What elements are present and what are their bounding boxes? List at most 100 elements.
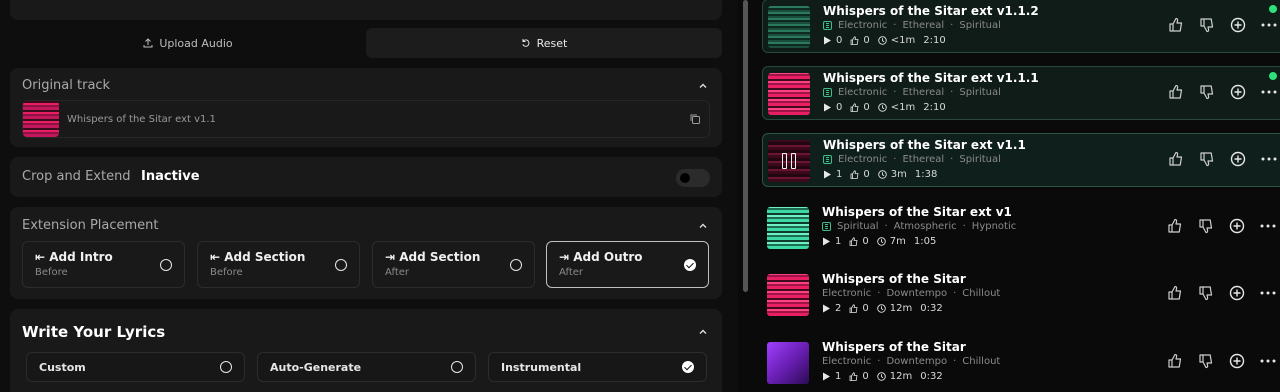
lyrics-card: Write Your Lyrics Custom Auto-Generate I… [10, 309, 722, 392]
like-icon[interactable] [1166, 352, 1184, 370]
add-icon[interactable] [1228, 284, 1246, 302]
track-row[interactable]: Whispers of the Sitar Electronic · Downtem… [762, 268, 1280, 322]
like-icon[interactable] [1166, 217, 1184, 235]
scrollbar[interactable] [743, 0, 748, 292]
chevron-up-icon[interactable] [698, 221, 708, 231]
extend-panel: Upload Audio Reset Original track Whispe… [0, 0, 738, 392]
more-icon[interactable] [1259, 217, 1277, 235]
reset-label: Reset [536, 36, 568, 50]
option-add-section-after[interactable]: ⇥ Add Section After [372, 241, 535, 288]
track-row[interactable]: Whispers of the Sitar ext v1.1.1 Electro… [762, 66, 1280, 120]
radio-button[interactable] [451, 361, 463, 373]
dislike-icon[interactable] [1197, 352, 1215, 370]
track-title[interactable]: Whispers of the Sitar ext v1.1.1 [823, 71, 1039, 85]
track-meta: 0 0 <1m 2:10 [823, 102, 946, 113]
track-title[interactable]: Whispers of the Sitar ext v1 [822, 205, 1012, 219]
track-row[interactable]: Whispers of the Sitar Electronic · Downtem… [762, 336, 1280, 390]
more-icon[interactable] [1259, 284, 1277, 302]
more-icon[interactable] [1260, 83, 1278, 101]
like-icon[interactable] [1167, 16, 1185, 34]
play-icon [824, 170, 831, 179]
track-actions [1166, 217, 1277, 235]
dislike-icon[interactable] [1198, 16, 1216, 34]
option-label: ⇤ Add Intro [35, 250, 113, 264]
track-row-active[interactable]: Whispers of the Sitar ext v1.1 Electroni… [762, 133, 1280, 187]
track-tags: Electronic · Ethereal · Spiritual [823, 20, 1001, 31]
track-actions [1167, 83, 1278, 101]
new-indicator-dot [1269, 5, 1277, 13]
track-row[interactable]: Whispers of the Sitar ext v1 Spiritual · A… [762, 201, 1280, 255]
radio-checked[interactable] [682, 361, 694, 373]
track-cover[interactable] [768, 73, 810, 115]
track-title[interactable]: Whispers of the Sitar [822, 340, 966, 354]
add-icon[interactable] [1228, 217, 1246, 235]
crop-extend-toggle[interactable] [676, 169, 710, 187]
like-icon[interactable] [1167, 150, 1185, 168]
radio-button[interactable] [220, 361, 232, 373]
lyrics-option-custom[interactable]: Custom [26, 352, 245, 382]
option-add-section-before[interactable]: ⇤ Add Section Before [197, 241, 360, 288]
track-actions [1166, 352, 1277, 370]
lyrics-option-label: Auto-Generate [270, 361, 362, 374]
radio-button[interactable] [160, 259, 172, 271]
track-cover[interactable] [767, 274, 809, 316]
thumbs-up-small-icon [849, 304, 858, 313]
pause-icon[interactable] [782, 153, 798, 169]
upload-audio-button[interactable]: Upload Audio [10, 28, 366, 58]
track-title[interactable]: Whispers of the Sitar ext v1.1.2 [823, 4, 1039, 18]
chevron-up-icon[interactable] [698, 327, 708, 337]
track-meta: 1 0 12m 0:32 [822, 371, 943, 382]
track-cover[interactable] [768, 140, 810, 182]
add-icon[interactable] [1229, 83, 1247, 101]
track-meta: 1 0 7m 1:05 [822, 236, 936, 247]
track-cover[interactable] [768, 6, 810, 48]
track-tags: Electronic · Ethereal · Spiritual [823, 87, 1001, 98]
radio-checked[interactable] [684, 259, 696, 271]
option-label: ⇥ Add Outro [559, 250, 643, 264]
reset-button[interactable]: Reset [366, 28, 722, 58]
dislike-icon[interactable] [1198, 83, 1216, 101]
track-cover[interactable] [767, 342, 809, 384]
track-row[interactable]: Whispers of the Sitar ext v1.1.2 Electro… [762, 0, 1280, 53]
option-add-outro[interactable]: ⇥ Add Outro After [546, 241, 709, 288]
chevron-up-icon[interactable] [698, 81, 708, 91]
track-title[interactable]: Whispers of the Sitar [822, 272, 966, 286]
track-actions [1167, 16, 1278, 34]
like-icon[interactable] [1167, 83, 1185, 101]
dislike-icon[interactable] [1197, 217, 1215, 235]
more-icon[interactable] [1260, 16, 1278, 34]
lyrics-option-instrumental[interactable]: Instrumental [488, 352, 707, 382]
track-cover[interactable] [767, 207, 809, 249]
arrow-left-bar-icon: ⇤ [210, 250, 221, 264]
lyrics-option-label: Custom [39, 361, 86, 374]
radio-button[interactable] [335, 259, 347, 271]
track-actions [1166, 284, 1277, 302]
play-icon [824, 103, 831, 112]
track-list: Whispers of the Sitar ext v1.1.2 Electro… [752, 0, 1280, 392]
thumbs-up-small-icon [850, 170, 859, 179]
thumbs-up-small-icon [849, 372, 858, 381]
more-icon[interactable] [1259, 352, 1277, 370]
clock-icon [878, 103, 887, 112]
add-icon[interactable] [1228, 352, 1246, 370]
more-icon[interactable] [1260, 150, 1278, 168]
top-card [10, 0, 722, 20]
like-icon[interactable] [1166, 284, 1184, 302]
add-icon[interactable] [1229, 150, 1247, 168]
dislike-icon[interactable] [1198, 150, 1216, 168]
copy-icon[interactable] [689, 113, 701, 125]
track-meta: 2 0 12m 0:32 [822, 303, 943, 314]
option-sub: After [559, 267, 584, 278]
option-add-intro[interactable]: ⇤ Add Intro Before [22, 241, 185, 288]
track-tags: Electronic · Ethereal · Spiritual [823, 154, 1001, 165]
toggle-knob [680, 173, 690, 183]
add-icon[interactable] [1229, 16, 1247, 34]
dislike-icon[interactable] [1197, 284, 1215, 302]
play-icon [823, 372, 830, 381]
reset-icon [521, 39, 530, 47]
lyrics-option-auto[interactable]: Auto-Generate [257, 352, 476, 382]
radio-button[interactable] [510, 259, 522, 271]
tag-icon [823, 21, 832, 30]
track-title[interactable]: Whispers of the Sitar ext v1.1 [823, 138, 1026, 152]
crop-extend-title: Crop and Extend [22, 169, 131, 184]
